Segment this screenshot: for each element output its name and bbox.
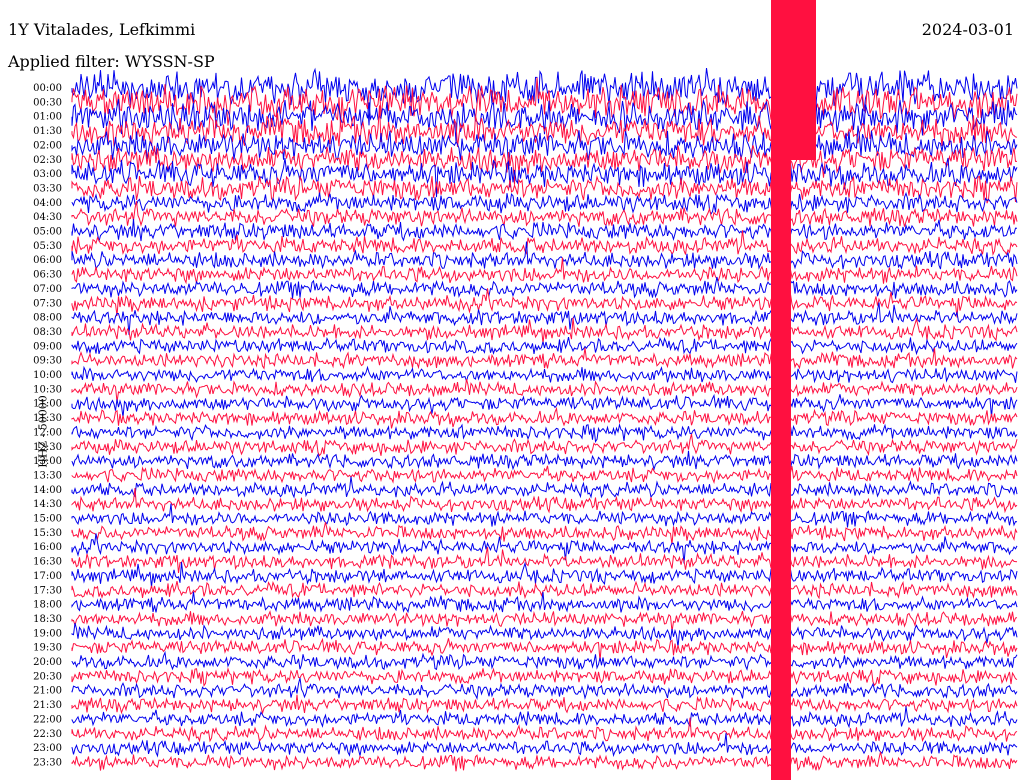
time-tick-label: 03:00	[33, 169, 62, 180]
trace-line	[71, 422, 1018, 444]
time-tick-label: 00:00	[33, 83, 62, 94]
time-tick-label: 08:00	[33, 313, 62, 324]
time-tick-label: 02:00	[33, 140, 62, 151]
time-tick-label: 16:30	[33, 557, 62, 568]
time-tick-label: 23:00	[33, 743, 62, 754]
time-tick-label: 19:30	[33, 643, 62, 654]
trace-line	[71, 317, 1018, 344]
trace-line	[71, 751, 1018, 772]
time-tick-label: 22:30	[33, 729, 62, 740]
trace-line	[71, 406, 1018, 429]
time-tick-label: 20:30	[33, 671, 62, 682]
time-tick-label: 16:00	[33, 542, 62, 553]
time-tick-label: 00:30	[33, 97, 62, 108]
time-tick-label: 01:00	[33, 112, 62, 123]
helicorder-plot: 00:00 00:30 01:00 01:30 02:00 02:30 03:00 03:30…	[33, 0, 1018, 780]
time-tick-label: 23:30	[33, 757, 62, 768]
time-tick-label: 04:30	[33, 212, 62, 223]
trace-line	[71, 522, 1018, 545]
time-tick-label: 21:30	[33, 700, 62, 711]
time-tick-label: 17:30	[33, 585, 62, 596]
event-band-top	[771, 0, 816, 160]
time-tick-label: 08:30	[33, 327, 62, 338]
trace-line	[71, 650, 1018, 671]
trace-line	[71, 433, 1018, 457]
time-tick-label: 06:00	[33, 255, 62, 266]
trace-line	[71, 450, 1018, 472]
time-tick-label: 15:30	[33, 528, 62, 539]
trace-line	[71, 694, 1018, 716]
time-tick-label: 07:00	[33, 284, 62, 295]
time-tick-label: 04:00	[33, 198, 62, 209]
trace-line	[71, 503, 1018, 528]
channel-label: HHZ - 50000	[36, 395, 50, 468]
trace-line	[71, 378, 1018, 402]
time-tick-label: 15:00	[33, 514, 62, 525]
time-tick-label: 13:30	[33, 470, 62, 481]
time-tick-label: 14:30	[33, 499, 62, 510]
trace-line	[71, 609, 1018, 632]
trace-line	[71, 365, 1018, 384]
trace-line	[71, 218, 1018, 242]
trace-line	[71, 666, 1018, 688]
trace-line	[71, 591, 1018, 614]
time-tick-label: 06:30	[33, 270, 62, 281]
time-tick-label: 17:00	[33, 571, 62, 582]
time-tick-label: 18:00	[33, 600, 62, 611]
time-tick-label: 02:30	[33, 155, 62, 166]
trace-line	[71, 347, 1018, 370]
time-tick-label: 01:30	[33, 126, 62, 137]
trace-line	[71, 336, 1018, 356]
time-tick-label: 20:00	[33, 657, 62, 668]
time-tick-label: 18:30	[33, 614, 62, 625]
time-tick-label: 09:30	[33, 356, 62, 367]
trace-line	[71, 677, 1018, 701]
time-tick-label: 03:30	[33, 183, 62, 194]
time-tick-label: 07:30	[33, 298, 62, 309]
time-tick-label: 19:00	[33, 628, 62, 639]
filter-label: Applied filter: WYSSN-SP	[8, 52, 215, 71]
time-tick-label: 09:00	[33, 341, 62, 352]
time-tick-label: 21:00	[33, 686, 62, 697]
time-tick-label: 14:00	[33, 485, 62, 496]
trace-line	[71, 288, 1018, 318]
trace-line	[71, 580, 1018, 600]
trace-line	[71, 488, 1018, 514]
time-tick-label: 10:00	[33, 370, 62, 381]
time-tick-label: 05:00	[33, 227, 62, 238]
trace-line	[71, 257, 1018, 285]
trace-line	[71, 276, 1018, 299]
time-tick-label: 22:00	[33, 714, 62, 725]
trace-line	[71, 465, 1018, 485]
time-tick-label: 05:30	[33, 241, 62, 252]
trace-line	[71, 476, 1018, 499]
